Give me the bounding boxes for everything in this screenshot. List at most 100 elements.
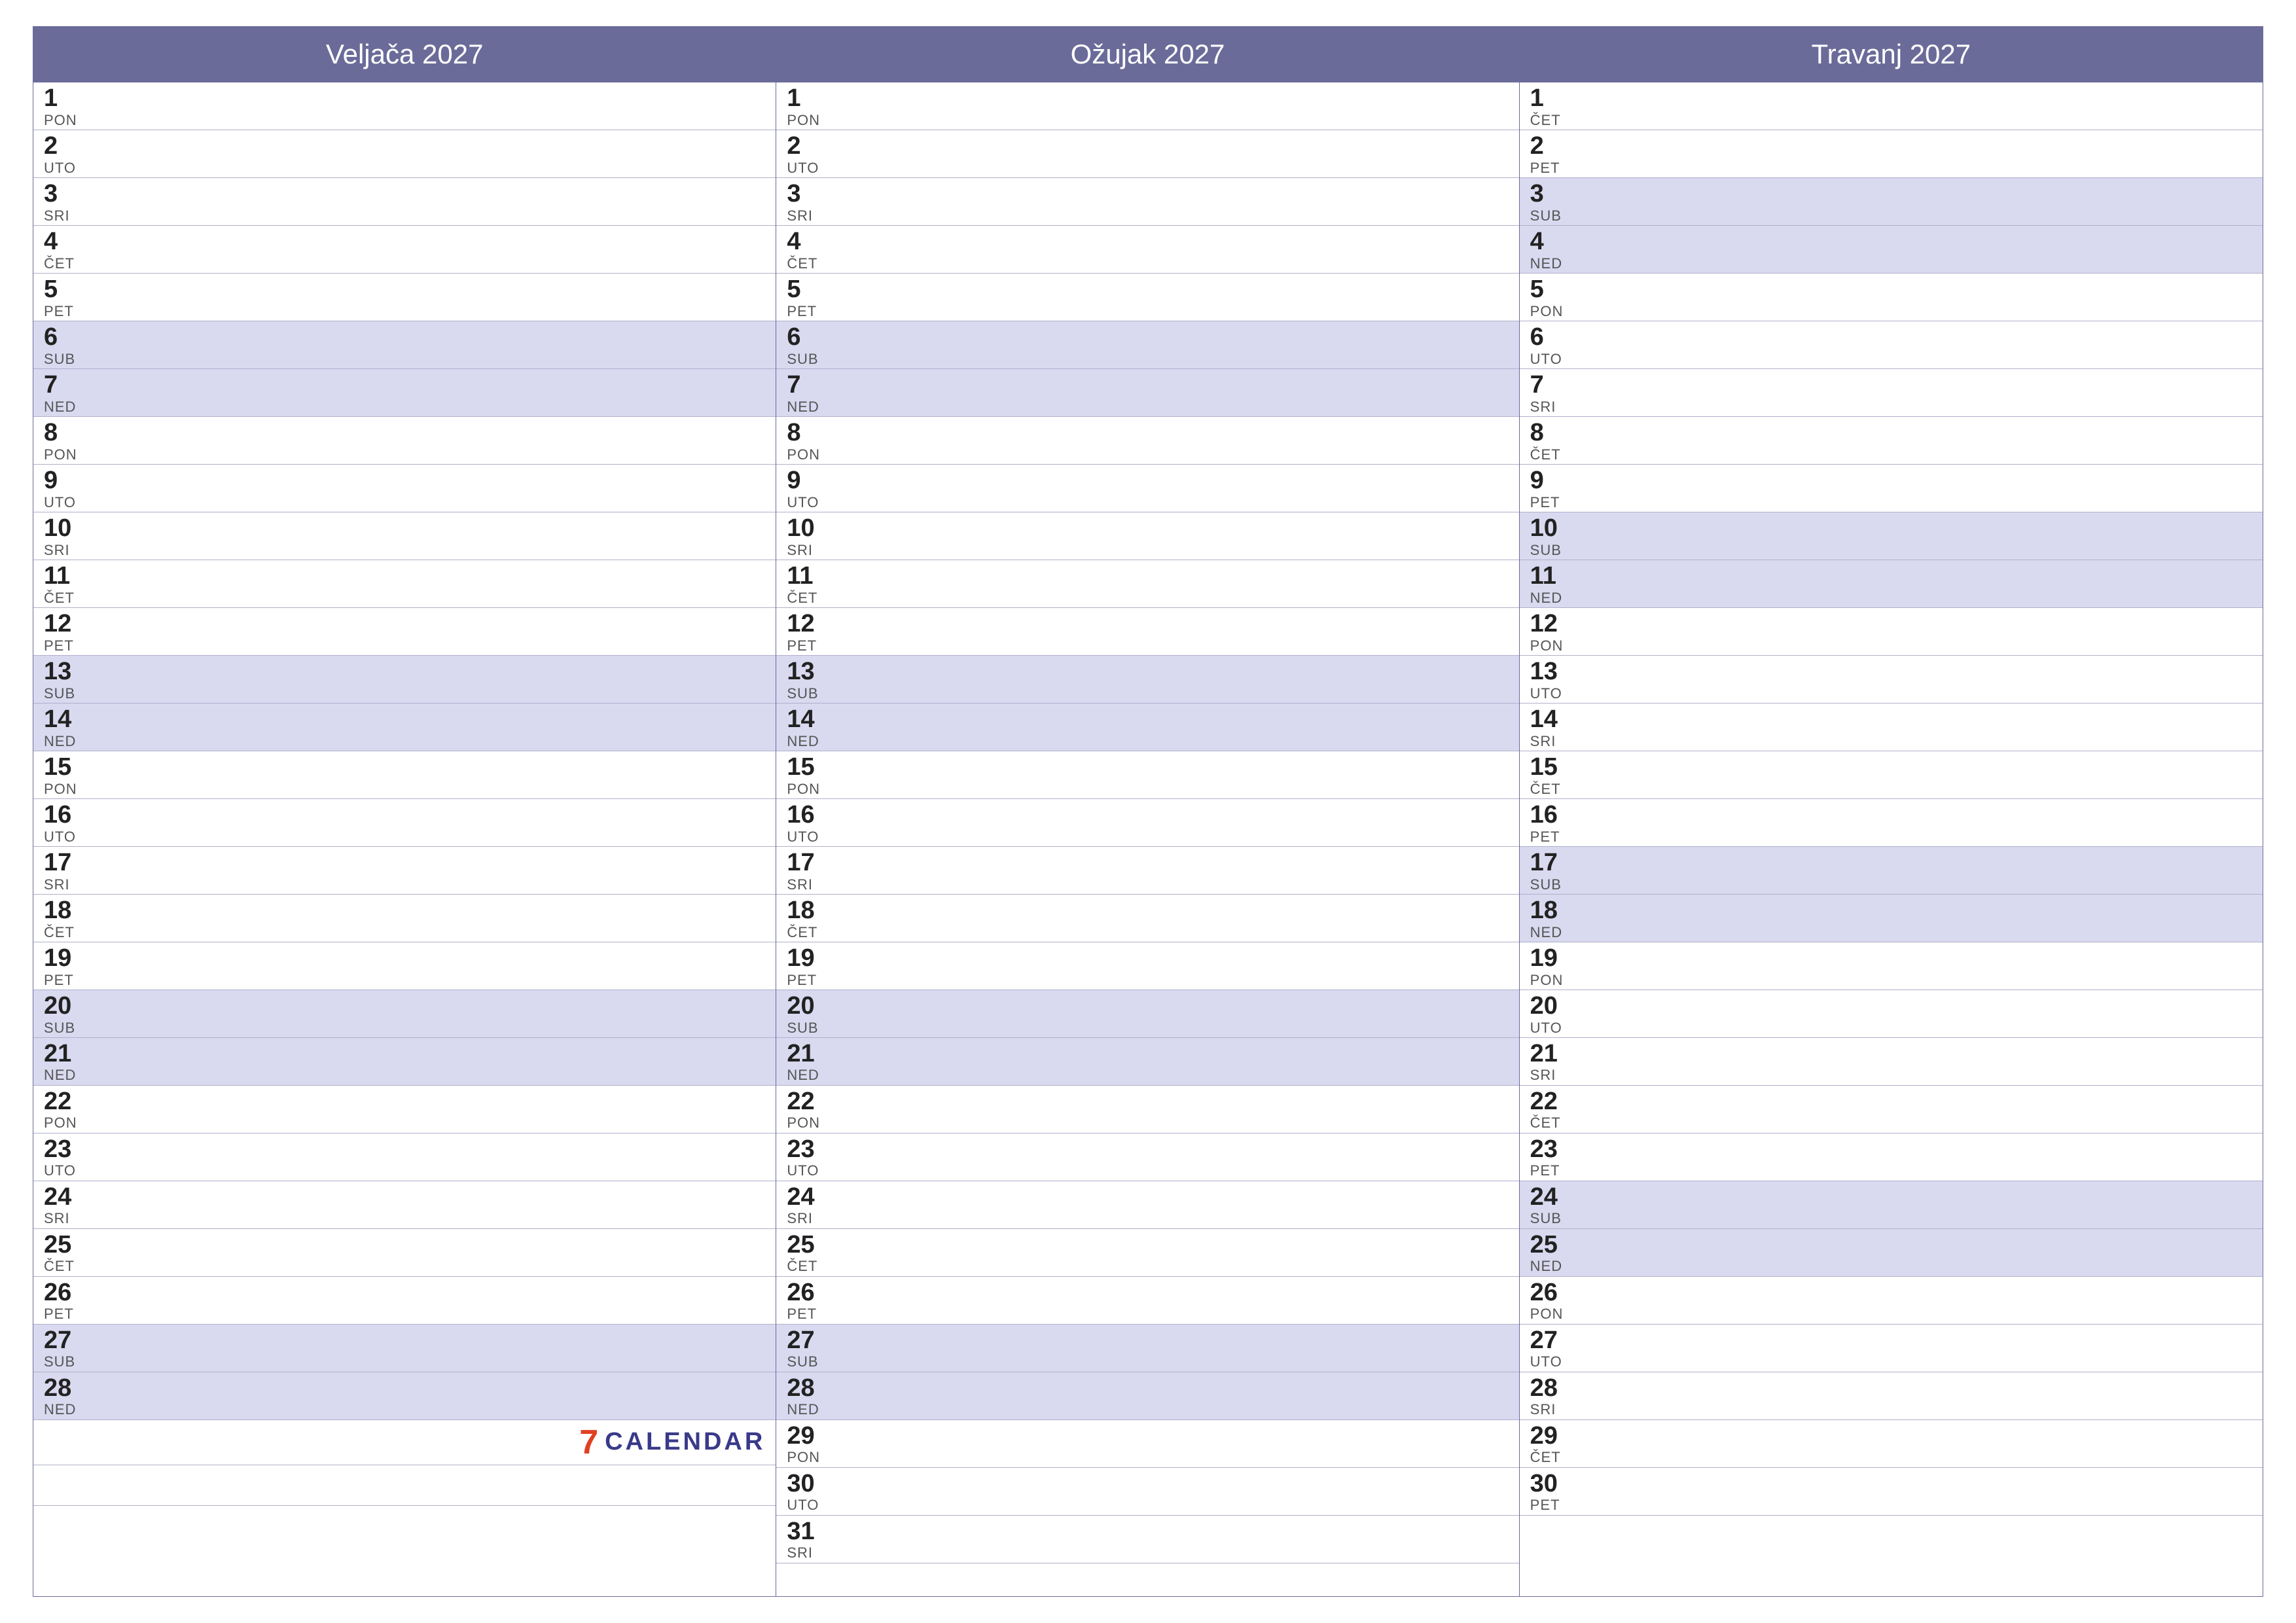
day-number: 24 xyxy=(1530,1184,2252,1211)
day-name: NED xyxy=(787,734,1508,749)
day-name: NED xyxy=(44,1402,765,1418)
day-name: UTO xyxy=(44,1163,765,1179)
day-row: 17SRI xyxy=(33,847,776,895)
day-number: 6 xyxy=(787,324,1508,351)
day-number: 21 xyxy=(1530,1041,2252,1068)
day-row: 13SUB xyxy=(33,656,776,704)
day-name: SUB xyxy=(1530,543,2252,558)
day-row: 28NED xyxy=(33,1372,776,1420)
day-row: 11ČET xyxy=(776,560,1518,608)
day-row: 7NED xyxy=(776,369,1518,417)
day-name: SRI xyxy=(1530,1067,2252,1083)
day-name: PON xyxy=(787,1115,1508,1131)
day-row: 22PON xyxy=(776,1086,1518,1133)
day-row: 3SRI xyxy=(33,178,776,226)
day-name: UTO xyxy=(44,829,765,845)
day-number: 29 xyxy=(1530,1423,2252,1450)
day-row: 14SRI xyxy=(1520,704,2263,751)
day-number: 7 xyxy=(44,372,765,399)
day-row: 17SUB xyxy=(1520,847,2263,895)
day-row: 17SRI xyxy=(776,847,1518,895)
day-number: 17 xyxy=(787,849,1508,877)
day-name: ČET xyxy=(787,256,1508,272)
day-name: NED xyxy=(1530,925,2252,940)
day-number: 9 xyxy=(787,467,1508,495)
month-header-travanj: Travanj 2027 xyxy=(1520,27,2263,82)
day-row: 16UTO xyxy=(776,799,1518,847)
day-name: PON xyxy=(44,113,765,128)
day-number: 11 xyxy=(44,563,765,590)
day-number: 4 xyxy=(787,228,1508,256)
day-number: 8 xyxy=(1530,419,2252,447)
day-number: 2 xyxy=(44,133,765,160)
empty-row xyxy=(33,1506,776,1596)
month-header-veljaca: Veljača 2027 xyxy=(33,27,776,82)
calendar-grid: Veljača 20271PON2UTO3SRI4ČET5PET6SUB7NED… xyxy=(33,26,2263,1597)
day-name: NED xyxy=(787,399,1508,415)
day-name: ČET xyxy=(44,925,765,940)
empty-row xyxy=(1520,1516,2263,1596)
day-name: SRI xyxy=(44,1211,765,1226)
day-name: PET xyxy=(787,304,1508,319)
day-row: 26PET xyxy=(33,1277,776,1325)
day-name: SRI xyxy=(787,1211,1508,1226)
day-number: 15 xyxy=(1530,754,2252,781)
day-number: 19 xyxy=(787,945,1508,972)
day-row: 27UTO xyxy=(1520,1325,2263,1372)
day-name: SUB xyxy=(1530,1211,2252,1226)
day-number: 18 xyxy=(44,897,765,925)
day-number: 11 xyxy=(1530,563,2252,590)
day-row: 5PET xyxy=(776,274,1518,321)
day-name: PET xyxy=(787,972,1508,988)
day-number: 17 xyxy=(1530,849,2252,877)
day-name: NED xyxy=(1530,256,2252,272)
day-row: 23UTO xyxy=(776,1133,1518,1181)
day-number: 19 xyxy=(44,945,765,972)
day-row: 2PET xyxy=(1520,130,2263,178)
day-name: PET xyxy=(44,304,765,319)
day-number: 20 xyxy=(787,993,1508,1020)
day-name: PON xyxy=(1530,972,2252,988)
day-number: 22 xyxy=(1530,1088,2252,1116)
day-name: UTO xyxy=(787,1163,1508,1179)
day-name: ČET xyxy=(1530,1115,2252,1131)
day-number: 18 xyxy=(1530,897,2252,925)
day-number: 21 xyxy=(787,1041,1508,1068)
day-number: 22 xyxy=(44,1088,765,1116)
day-name: ČET xyxy=(44,590,765,606)
day-name: ČET xyxy=(787,925,1508,940)
day-number: 22 xyxy=(787,1088,1508,1116)
day-name: SUB xyxy=(1530,877,2252,893)
day-number: 27 xyxy=(1530,1327,2252,1355)
page: Veljača 20271PON2UTO3SRI4ČET5PET6SUB7NED… xyxy=(0,0,2296,1623)
day-row: 13UTO xyxy=(1520,656,2263,704)
day-number: 28 xyxy=(787,1375,1508,1402)
day-number: 6 xyxy=(44,324,765,351)
day-number: 13 xyxy=(1530,658,2252,686)
day-row: 25NED xyxy=(1520,1229,2263,1277)
day-number: 21 xyxy=(44,1041,765,1068)
day-row: 24SRI xyxy=(776,1181,1518,1229)
day-row: 8PON xyxy=(776,417,1518,465)
day-row: 8ČET xyxy=(1520,417,2263,465)
empty-row xyxy=(33,1465,776,1506)
day-name: PON xyxy=(1530,638,2252,654)
day-number: 14 xyxy=(787,706,1508,734)
day-name: UTO xyxy=(1530,1020,2252,1036)
day-number: 26 xyxy=(787,1279,1508,1307)
day-row: 24SRI xyxy=(33,1181,776,1229)
day-name: SRI xyxy=(44,543,765,558)
day-row: 18NED xyxy=(1520,895,2263,942)
day-number: 19 xyxy=(1530,945,2252,972)
day-name: PET xyxy=(44,972,765,988)
day-number: 27 xyxy=(44,1327,765,1355)
day-number: 1 xyxy=(1530,85,2252,113)
day-row: 21SRI xyxy=(1520,1038,2263,1086)
day-number: 15 xyxy=(787,754,1508,781)
day-name: PON xyxy=(787,781,1508,797)
day-row: 10SRI xyxy=(776,512,1518,560)
day-name: NED xyxy=(787,1067,1508,1083)
day-name: PET xyxy=(1530,160,2252,176)
day-row: 19PET xyxy=(33,942,776,990)
day-row: 9UTO xyxy=(776,465,1518,512)
